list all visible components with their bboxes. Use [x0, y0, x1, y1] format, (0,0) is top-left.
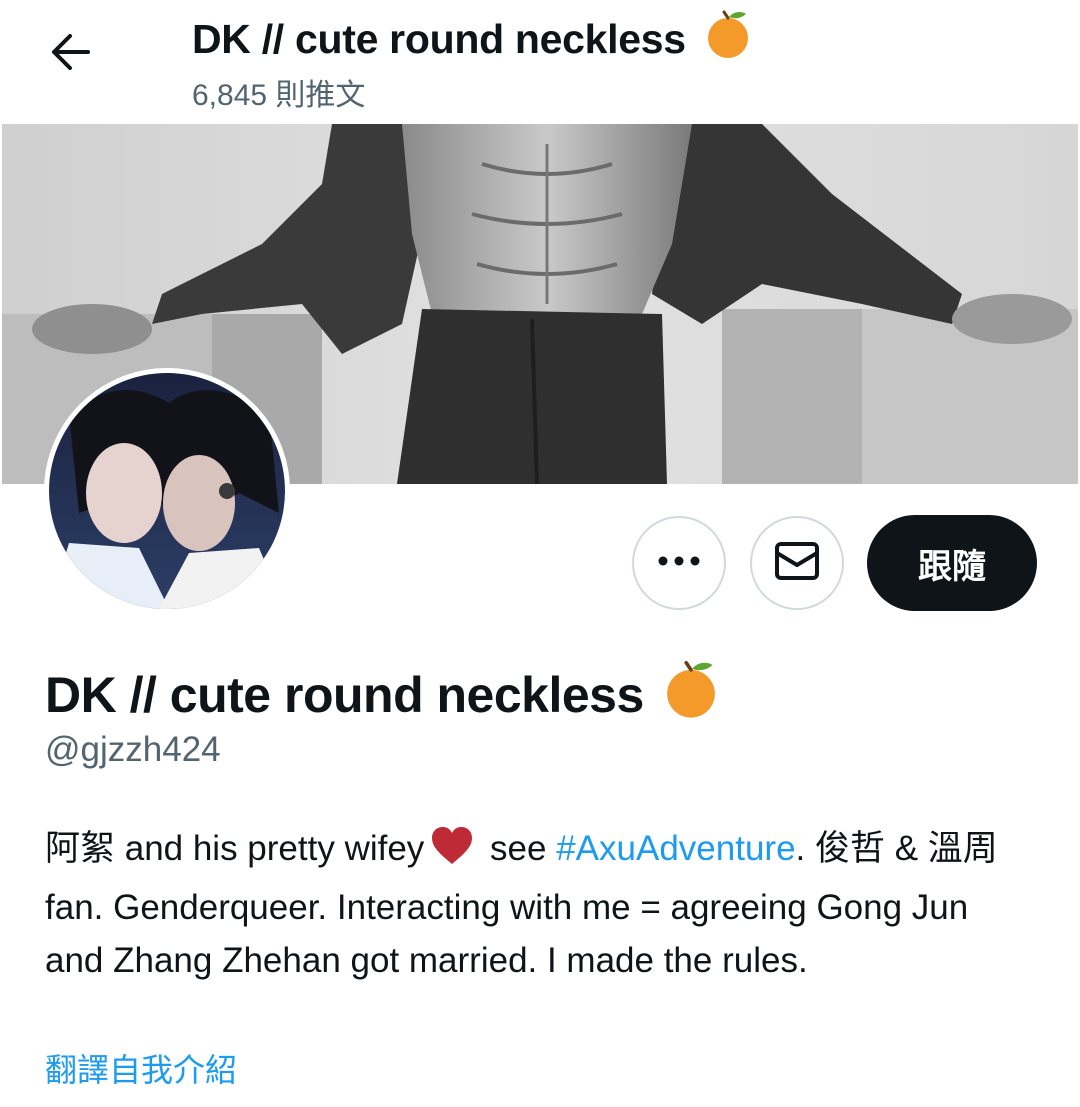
profile-avatar[interactable]	[44, 368, 290, 614]
header-title: DK // cute round neckless	[192, 8, 754, 70]
follow-button[interactable]: 跟隨	[867, 515, 1037, 611]
profile-header: DK // cute round neckless 6,845 則推文	[0, 0, 1080, 124]
orange-emoji-icon	[702, 8, 754, 70]
translate-bio-link[interactable]: 翻譯自我介紹	[45, 1045, 237, 1091]
red-heart-icon	[430, 826, 474, 881]
profile-bio: 阿絮 and his pretty wifey see #AxuAdventur…	[45, 822, 1035, 987]
bio-text-2: see	[480, 829, 557, 868]
display-name-text: DK // cute round neckless	[45, 667, 644, 723]
header-title-text: DK // cute round neckless	[192, 15, 686, 62]
back-arrow-icon	[50, 33, 90, 75]
message-button[interactable]	[750, 516, 844, 610]
post-count: 6,845 則推文	[192, 79, 366, 112]
bio-hashtag-link[interactable]: #AxuAdventure	[556, 829, 795, 868]
envelope-icon	[774, 541, 820, 586]
profile-handle: @gjzzh424	[45, 730, 221, 769]
more-dots-icon	[657, 554, 701, 572]
back-button[interactable]	[36, 22, 104, 86]
more-button[interactable]	[632, 516, 726, 610]
profile-display-name: DK // cute round neckless	[45, 658, 722, 732]
bio-text-1: 阿絮 and his pretty wifey	[45, 829, 425, 868]
orange-emoji-icon	[660, 658, 722, 732]
